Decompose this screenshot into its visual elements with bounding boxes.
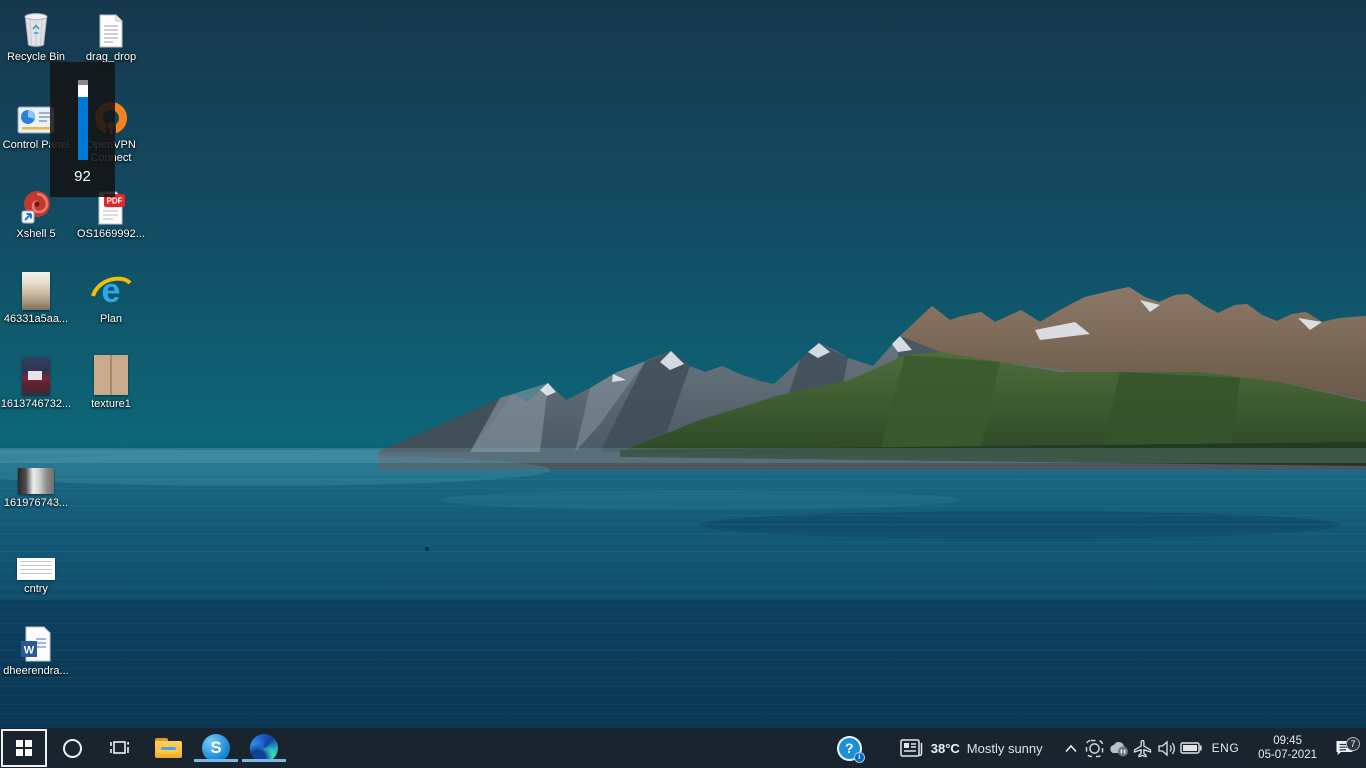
search-button[interactable] <box>48 728 96 768</box>
news-icon <box>900 739 923 757</box>
svg-text:PDF: PDF <box>107 197 123 206</box>
desktop: Recycle Bin drag_drop Control Panel <box>0 0 1366 768</box>
xshell-icon <box>18 183 54 225</box>
airplane-tray-icon[interactable] <box>1131 728 1155 768</box>
desktop-icon-1613746732[interactable]: 1613746732... <box>0 353 72 411</box>
file-explorer-button[interactable] <box>144 728 192 768</box>
desktop-icon-161976743[interactable]: 161976743... <box>0 452 72 510</box>
onedrive-paused-icon <box>1108 740 1130 757</box>
icon-label: OS1669992... <box>77 228 145 241</box>
volume-osd-flyout: 92 <box>50 62 115 197</box>
slider-track-fill <box>78 97 88 160</box>
action-center-button[interactable]: 7 <box>1327 739 1361 758</box>
recycle-bin-icon <box>22 6 50 48</box>
language-indicator[interactable]: ENG <box>1203 741 1249 755</box>
taskbar: S ? i 38°C Mostly sunny <box>0 728 1366 768</box>
text-file-icon <box>98 6 124 48</box>
chevron-up-icon <box>1064 744 1078 753</box>
task-view-icon <box>109 738 131 758</box>
icon-label: 1613746732... <box>1 398 71 411</box>
desktop-icon-plan[interactable]: e Plan <box>75 268 147 326</box>
clock-date: 05-07-2021 <box>1258 748 1317 762</box>
photo-thumbnail <box>18 468 54 494</box>
get-help-button[interactable]: ? i <box>837 736 862 761</box>
desktop-icon-texture1[interactable]: texture1 <box>75 353 147 411</box>
onedrive-tray-icon[interactable] <box>1107 728 1131 768</box>
edge-icon <box>250 734 278 762</box>
file-explorer-icon <box>155 738 182 758</box>
wallpaper-image <box>0 0 1366 728</box>
dashed-frame-circle-icon <box>1085 739 1104 758</box>
slider-track-empty <box>78 85 88 97</box>
start-focus-outline <box>1 729 47 767</box>
start-button[interactable] <box>0 728 48 768</box>
battery-tray-icon[interactable] <box>1179 728 1203 768</box>
icon-label: cntry <box>24 583 48 596</box>
desktop-icon-46331a5aa[interactable]: 46331a5aa... <box>0 268 72 326</box>
skype-icon: S <box>202 734 230 762</box>
word-document-icon: W <box>20 620 52 662</box>
notification-count-badge: 7 <box>1346 737 1360 751</box>
question-mark-icon: ? <box>845 740 854 756</box>
icon-label: Xshell 5 <box>16 228 55 241</box>
airplane-icon <box>1133 739 1152 758</box>
internet-explorer-icon: e <box>90 268 132 310</box>
photo-thumbnail <box>22 357 50 395</box>
edge-button[interactable] <box>240 728 288 768</box>
photo-thumbnail <box>22 272 50 310</box>
skype-button[interactable]: S <box>192 728 240 768</box>
texture-thumbnail <box>94 355 128 395</box>
document-thumbnail <box>17 558 55 580</box>
running-indicator <box>242 759 286 762</box>
battery-icon <box>1180 742 1202 754</box>
volume-tray-icon[interactable] <box>1155 728 1179 768</box>
news-weather-widget[interactable]: 38°C Mostly sunny <box>900 739 1043 757</box>
task-view-button[interactable] <box>96 728 144 768</box>
icon-label: texture1 <box>91 398 131 411</box>
speaker-icon <box>1157 740 1177 757</box>
weather-condition: Mostly sunny <box>967 741 1043 756</box>
volume-value: 92 <box>74 168 91 185</box>
taskbar-clock[interactable]: 09:45 05-07-2021 <box>1248 734 1327 762</box>
icon-label: 46331a5aa... <box>4 313 68 326</box>
desktop-icon-recycle-bin[interactable]: Recycle Bin <box>0 6 72 64</box>
icon-label: 161976743... <box>4 497 68 510</box>
icon-label: Plan <box>100 313 122 326</box>
desktop-icon-cntry[interactable]: cntry <box>0 538 72 596</box>
desktop-icon-drag-drop[interactable]: drag_drop <box>75 6 147 64</box>
volume-slider[interactable] <box>78 80 88 160</box>
running-indicator <box>194 759 238 762</box>
clock-time: 09:45 <box>1273 734 1302 748</box>
screen-clip-tray-icon[interactable] <box>1083 728 1107 768</box>
svg-text:W: W <box>24 645 35 657</box>
hidden-icons-chevron[interactable] <box>1059 728 1083 768</box>
taskbar-right: ? i 38°C Mostly sunny <box>837 728 1366 768</box>
search-icon <box>63 739 82 758</box>
temperature-value: 38°C <box>931 741 960 756</box>
wallpaper-scene <box>0 0 1366 728</box>
desktop-icon-dheerendra[interactable]: W dheerendra... <box>0 620 72 678</box>
info-badge-icon: i <box>854 752 865 763</box>
icon-label: dheerendra... <box>3 665 68 678</box>
